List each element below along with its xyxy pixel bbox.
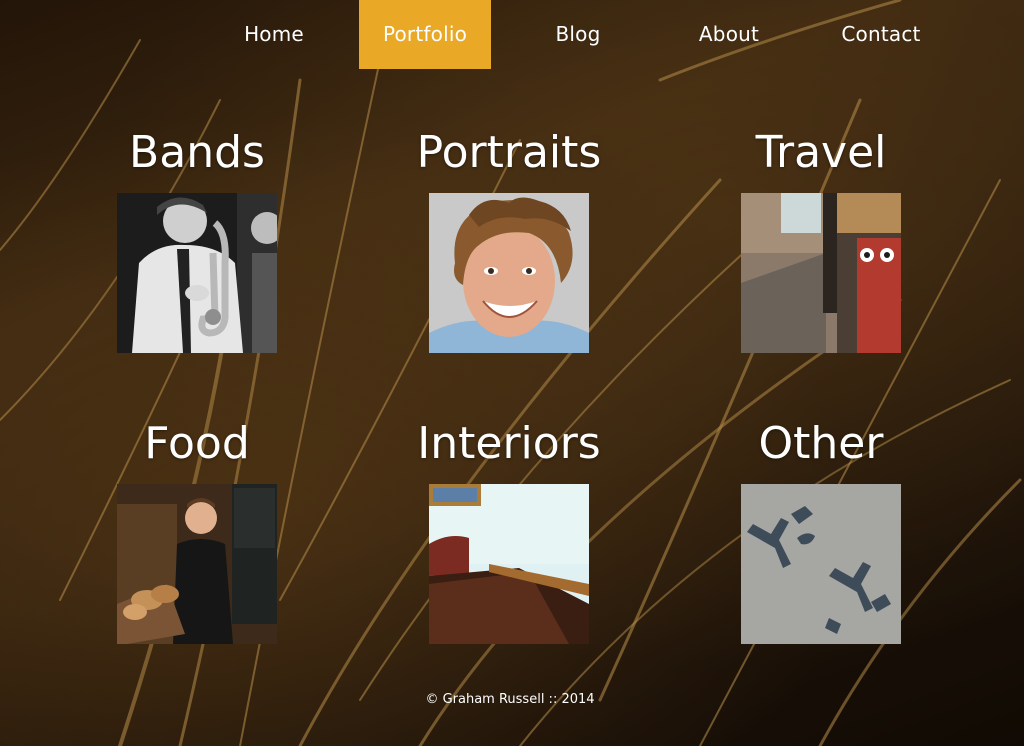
category-title[interactable]: Food [67,419,327,469]
nav-about-link[interactable]: About [674,0,784,69]
category-title[interactable]: Other [691,419,951,469]
footer-copyright: © Graham Russell :: 2014 [425,692,595,707]
main-nav: Home Portfolio Blog About Contact [0,0,1024,69]
category-other[interactable]: Other [691,419,951,644]
category-food[interactable]: Food [67,419,327,644]
nav-contact-link[interactable]: Contact [822,0,940,69]
nav-home-link[interactable]: Home [220,0,328,69]
category-portraits[interactable]: Portraits [379,128,639,353]
category-title[interactable]: Bands [67,128,327,178]
dining-table-photo[interactable] [429,484,589,644]
category-travel[interactable]: Travel [691,128,951,353]
saxophone-player-photo[interactable] [117,193,277,353]
category-title[interactable]: Travel [691,128,951,178]
yes-stencil-pavement-photo[interactable] [741,484,901,644]
smiling-man-photo[interactable] [429,193,589,353]
nav-portfolio-link[interactable]: Portfolio [359,0,491,69]
baker-with-bread-photo[interactable] [117,484,277,644]
nav-blog-link[interactable]: Blog [522,0,634,69]
category-interiors[interactable]: Interiors [379,419,639,644]
category-bands[interactable]: Bands [67,128,327,353]
street-owl-sign-photo[interactable] [741,193,901,353]
category-title[interactable]: Portraits [379,128,639,178]
category-title[interactable]: Interiors [379,419,639,469]
